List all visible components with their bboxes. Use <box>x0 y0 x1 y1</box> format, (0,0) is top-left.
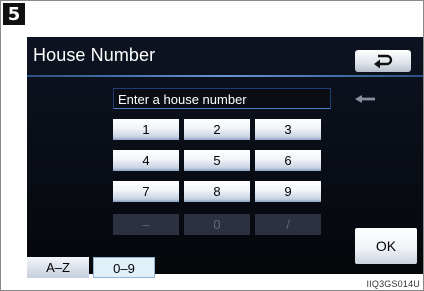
key-3[interactable]: 3 <box>255 119 321 140</box>
key-5[interactable]: 5 <box>184 150 250 171</box>
key-dash[interactable]: – <box>113 214 179 235</box>
key-6[interactable]: 6 <box>255 150 321 171</box>
backspace-button[interactable] <box>345 88 387 109</box>
key-7[interactable]: 7 <box>113 181 179 202</box>
key-9[interactable]: 9 <box>255 181 321 202</box>
mode-numeric-button[interactable]: 0–9 <box>93 257 155 278</box>
key-2[interactable]: 2 <box>184 119 250 140</box>
key-0[interactable]: 0 <box>184 214 250 235</box>
step-number-badge: 5 <box>3 3 25 25</box>
key-4[interactable]: 4 <box>113 150 179 171</box>
navigation-screen: House Number Enter a house number 1 2 3 … <box>27 37 423 278</box>
house-number-input[interactable]: Enter a house number <box>113 88 331 109</box>
key-1[interactable]: 1 <box>113 119 179 140</box>
figure-caption: IIQ3GS014U <box>366 279 420 289</box>
page-title: House Number <box>33 45 156 65</box>
back-button[interactable] <box>355 50 411 72</box>
figure-frame: 5 House Number Enter a house number 1 2 … <box>0 0 424 291</box>
backspace-arrow-icon <box>355 94 375 103</box>
ok-button[interactable]: OK <box>355 228 417 264</box>
return-arrow-icon <box>374 54 393 68</box>
mode-az-button[interactable]: A–Z <box>27 257 89 278</box>
header-divider <box>27 75 423 77</box>
key-8[interactable]: 8 <box>184 181 250 202</box>
key-slash[interactable]: / <box>255 214 321 235</box>
